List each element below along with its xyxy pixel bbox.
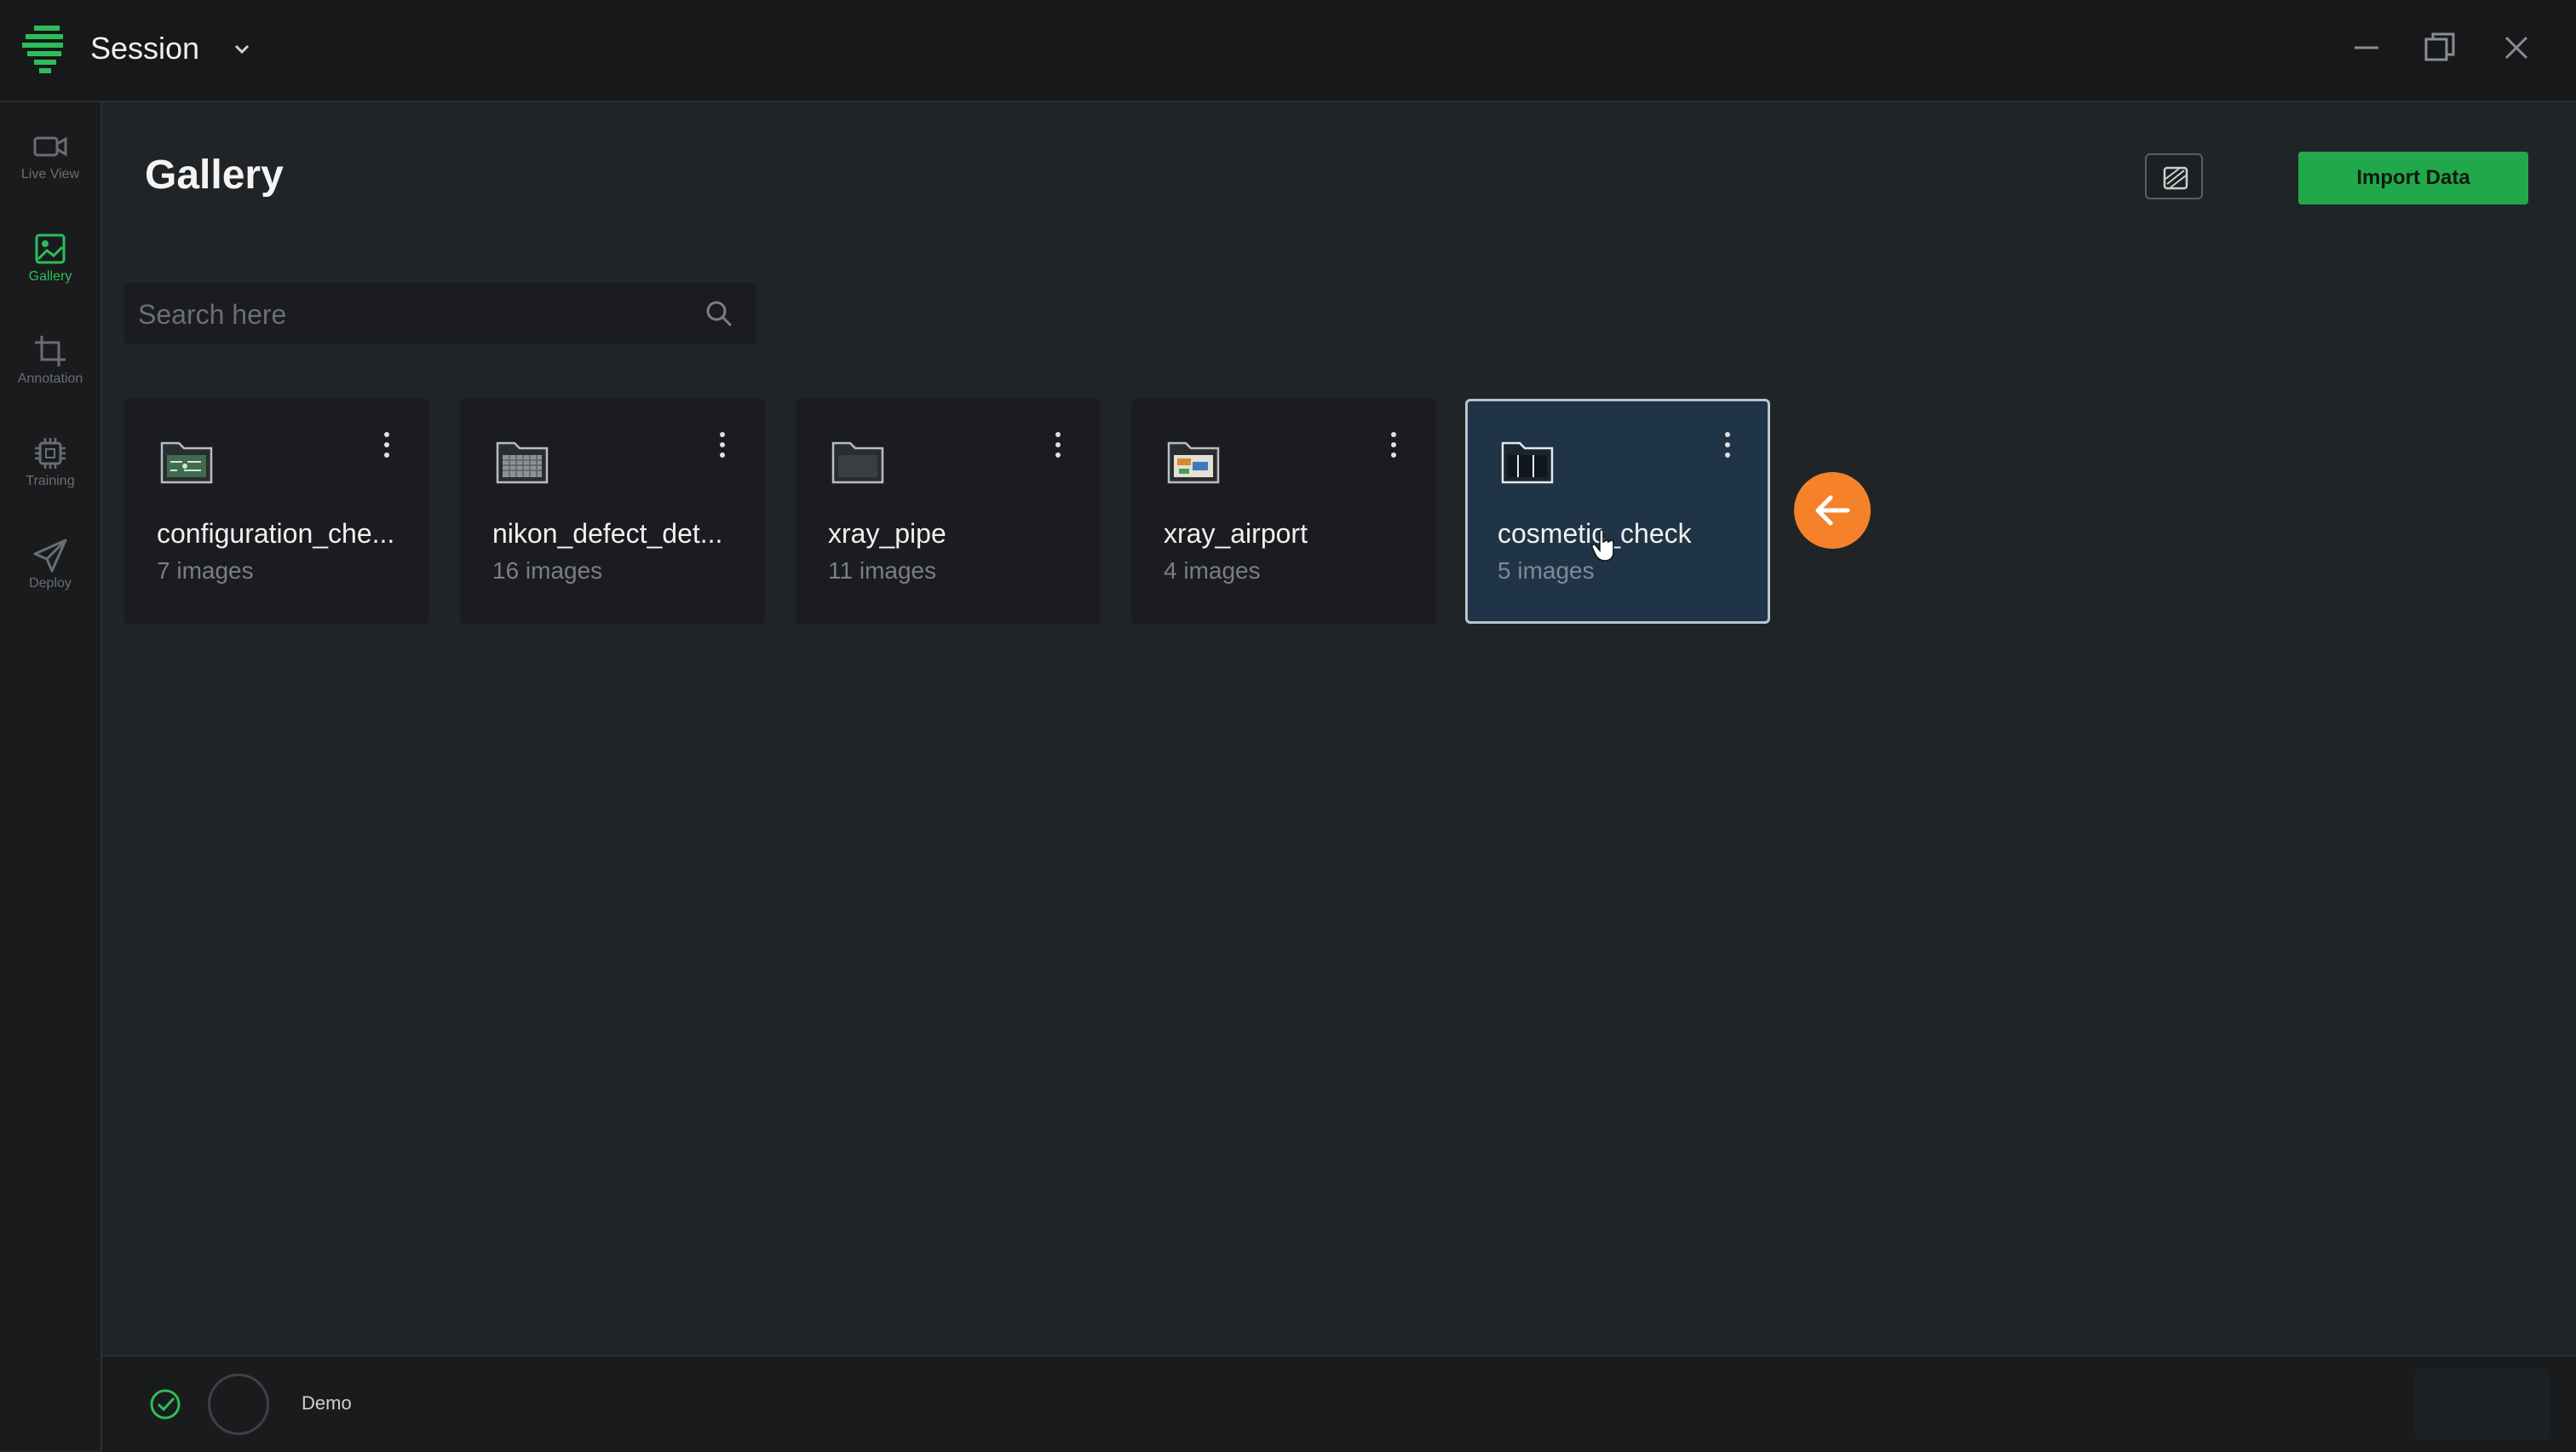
- arrow-left-icon: [1815, 495, 1850, 526]
- sidebar-item-deploy[interactable]: Deploy: [0, 537, 101, 622]
- import-data-button[interactable]: Import Data: [2298, 152, 2528, 205]
- session-title[interactable]: Session: [90, 31, 199, 66]
- sidebar-item-gallery[interactable]: Gallery: [0, 230, 101, 315]
- sidebar-item-label: Annotation: [17, 372, 83, 386]
- more-options-icon[interactable]: [1717, 428, 1738, 462]
- more-options-icon[interactable]: [1048, 428, 1068, 462]
- sidebar-item-label: Gallery: [28, 269, 72, 284]
- status-bar: Demo: [102, 1355, 2576, 1452]
- dataset-count: 4 images: [1164, 557, 1261, 584]
- avatar[interactable]: [208, 1374, 269, 1435]
- sidebar-item-label: Live View: [20, 167, 80, 182]
- dataset-name: xray_airport: [1164, 518, 1308, 549]
- restore-window-icon[interactable]: [2421, 29, 2458, 66]
- sidebar: Live View Gallery Annotation Training De…: [0, 102, 102, 1450]
- dataset-card[interactable]: xray_airport 4 images: [1131, 399, 1436, 624]
- title-bar: Session: [0, 0, 2576, 102]
- dataset-name: nikon_defect_det...: [492, 518, 723, 549]
- view-toggle-button[interactable]: [2145, 153, 2203, 199]
- more-options-icon[interactable]: [377, 428, 397, 462]
- dataset-name: cosmetic_check: [1498, 518, 1692, 549]
- dataset-name: configuration_che...: [157, 518, 395, 549]
- dataset-name: xray_pipe: [828, 518, 946, 549]
- folder-icon: [831, 441, 884, 484]
- page-title: Gallery: [145, 153, 284, 198]
- image-icon: [35, 233, 66, 264]
- dataset-count: 7 images: [157, 557, 254, 584]
- dataset-count: 16 images: [492, 557, 603, 584]
- dataset-count: 5 images: [1498, 557, 1595, 584]
- status-user-label: Demo: [302, 1392, 352, 1414]
- send-icon: [33, 539, 67, 573]
- sidebar-item-live-view[interactable]: Live View: [0, 128, 101, 213]
- folder-icon: [1501, 441, 1554, 484]
- chip-icon: [35, 438, 66, 469]
- close-icon[interactable]: [2498, 29, 2535, 66]
- chevron-down-icon[interactable]: [230, 37, 254, 61]
- dataset-card[interactable]: nikon_defect_det... 16 images: [460, 399, 765, 624]
- video-camera-icon: [33, 136, 67, 157]
- sidebar-item-annotation[interactable]: Annotation: [0, 332, 101, 418]
- check-circle-icon: [150, 1389, 181, 1420]
- search-input[interactable]: [136, 283, 685, 346]
- dataset-count: 11 images: [828, 557, 937, 584]
- app-logo-icon: [22, 26, 63, 73]
- grid-folder-icon: [496, 441, 549, 484]
- crop-icon: [35, 336, 66, 366]
- dataset-card-selected[interactable]: cosmetic_check 5 images: [1465, 399, 1770, 624]
- status-panel: [2414, 1368, 2550, 1440]
- dataset-card[interactable]: xray_pipe 11 images: [796, 399, 1101, 624]
- sidebar-item-label: Deploy: [29, 576, 72, 591]
- search-box: [124, 283, 756, 346]
- back-arrow-button[interactable]: [1794, 472, 1871, 549]
- more-options-icon[interactable]: [712, 428, 733, 462]
- more-options-icon[interactable]: [1383, 428, 1404, 462]
- dataset-card[interactable]: configuration_che... 7 images: [124, 399, 429, 624]
- search-icon[interactable]: [704, 298, 734, 329]
- sidebar-item-label: Training: [26, 474, 75, 488]
- circuit-folder-icon: [160, 441, 213, 484]
- xray-folder-icon: [1167, 441, 1220, 484]
- sidebar-item-training[interactable]: Training: [0, 435, 101, 520]
- hand-cursor-icon: [1591, 529, 1614, 562]
- image-toggle-icon: [2163, 166, 2188, 190]
- minimize-icon[interactable]: [2348, 29, 2385, 66]
